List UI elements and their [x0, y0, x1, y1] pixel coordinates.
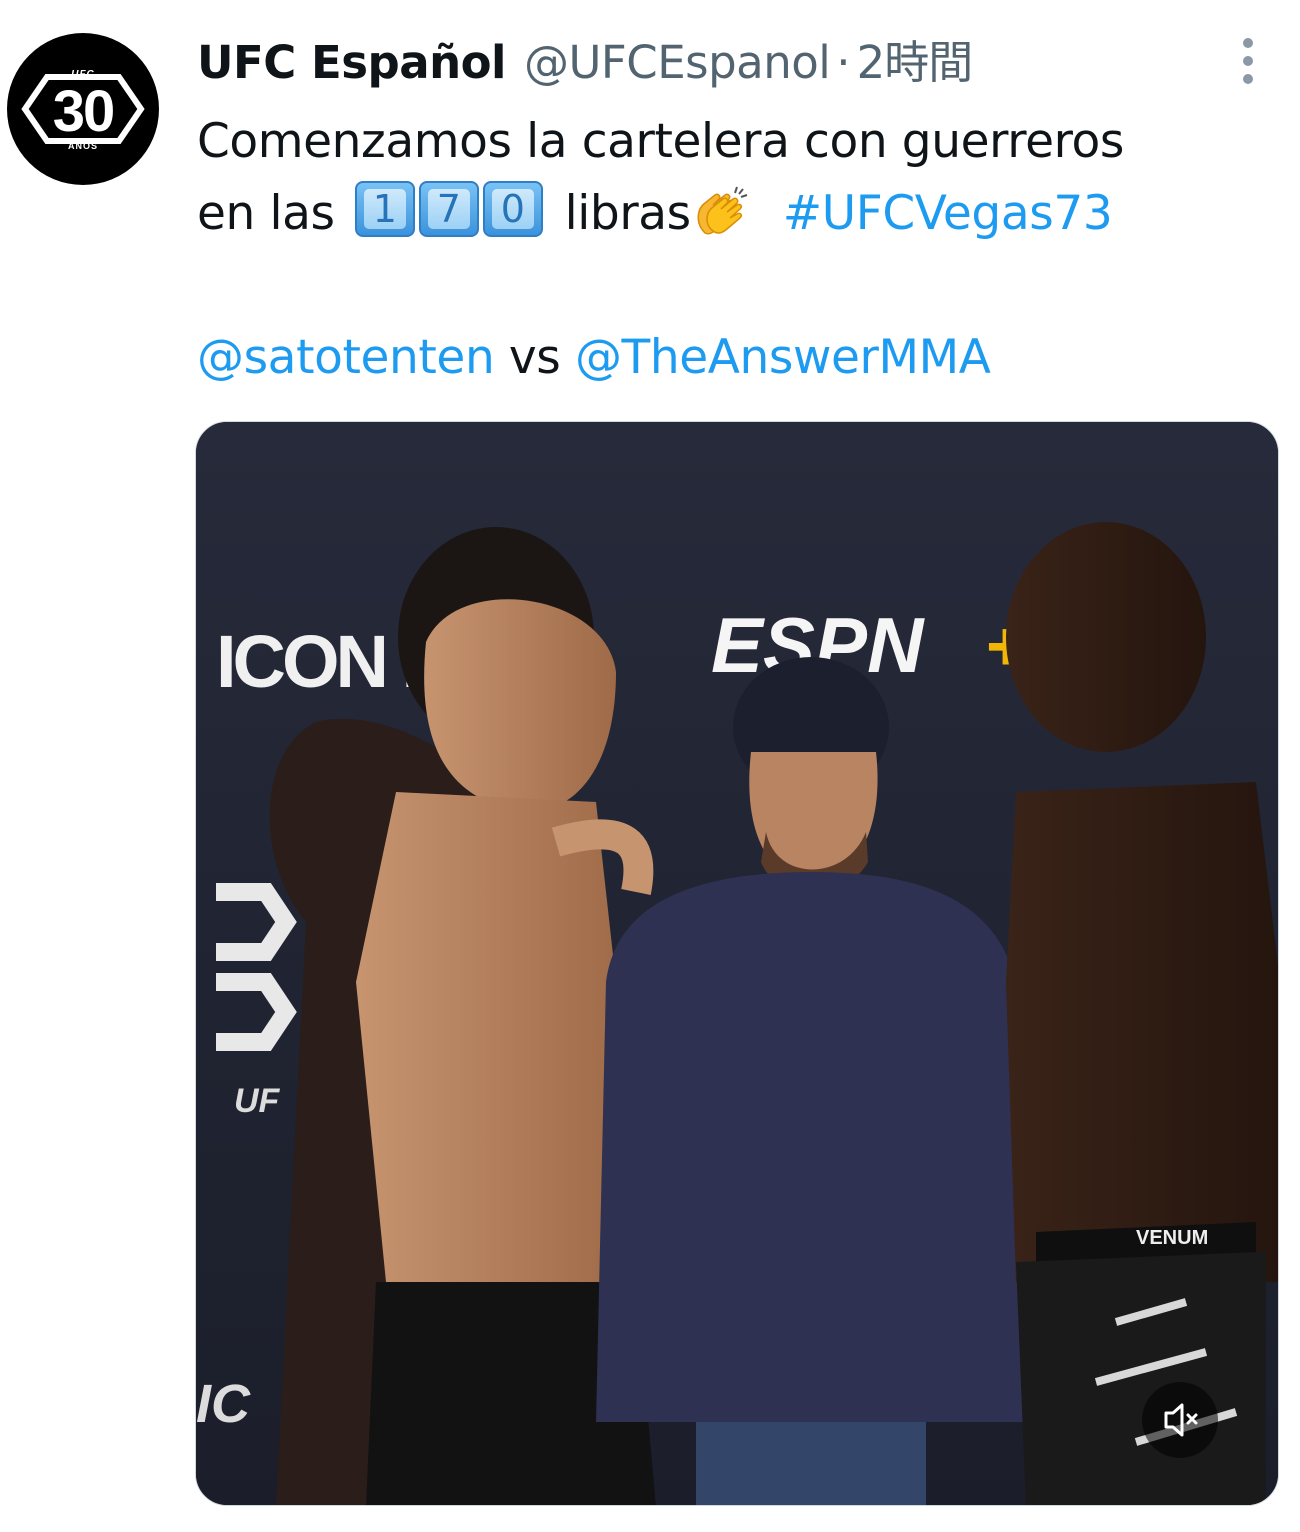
tweet[interactable]: UFC 30 AÑOS UFC Español @UFCEspanol · 2時… — [0, 0, 1300, 1532]
svg-text:VENUM: VENUM — [1136, 1227, 1208, 1249]
text-vs: vs — [508, 330, 561, 385]
display-name[interactable]: UFC Español — [197, 30, 506, 96]
avatar-badge: UFC 30 AÑOS — [7, 33, 159, 185]
tweet-text-line-3: @satotenten vs @TheAnswerMMA — [197, 322, 1277, 394]
video-frame-image: ICON M ESPN + UF IC VENUM — [196, 422, 1278, 1505]
keycap-7-icon: 7 — [418, 181, 479, 237]
more-options-button[interactable] — [1230, 32, 1266, 88]
clapping-hands-icon — [697, 186, 748, 235]
video-player[interactable]: ICON M ESPN + UF IC VENUM — [195, 421, 1279, 1506]
keycap-1-icon: 1 — [354, 181, 415, 237]
user-handle[interactable]: @UFCEspanol — [524, 30, 831, 96]
avatar[interactable]: UFC 30 AÑOS — [7, 33, 159, 185]
more-dot-icon — [1243, 74, 1253, 84]
svg-text:IC: IC — [196, 1374, 251, 1434]
hashtag-link[interactable]: #UFCVegas73 — [783, 186, 1113, 241]
separator-dot: · — [836, 36, 851, 89]
timestamp[interactable]: 2時間 — [857, 30, 974, 96]
keycap-group: 170 — [354, 181, 547, 241]
text-en-las: en las — [197, 186, 335, 241]
avatar-bottom-text: AÑOS — [67, 141, 98, 151]
mention-link-2[interactable]: @TheAnswerMMA — [575, 330, 991, 385]
tweet-text: Comenzamos la cartelera con guerreros en… — [197, 106, 1277, 394]
tweet-text-line-2: en las 1 7 0 libras #UFCVegas73 — [197, 178, 1277, 250]
text-libras: libras — [564, 186, 692, 241]
more-dot-icon — [1243, 56, 1253, 66]
keycap-0-icon: 0 — [482, 181, 543, 237]
more-dot-icon — [1243, 38, 1253, 48]
avatar-number: 30 — [52, 79, 116, 144]
mute-toggle-button[interactable] — [1142, 1382, 1218, 1458]
mention-link-1[interactable]: @satotenten — [197, 330, 495, 385]
tweet-header: UFC Español @UFCEspanol · 2時間 — [197, 30, 974, 96]
volume-muted-icon — [1164, 1403, 1198, 1437]
tweet-text-line-1: Comenzamos la cartelera con guerreros — [197, 114, 1124, 169]
svg-text:UF: UF — [234, 1082, 281, 1120]
